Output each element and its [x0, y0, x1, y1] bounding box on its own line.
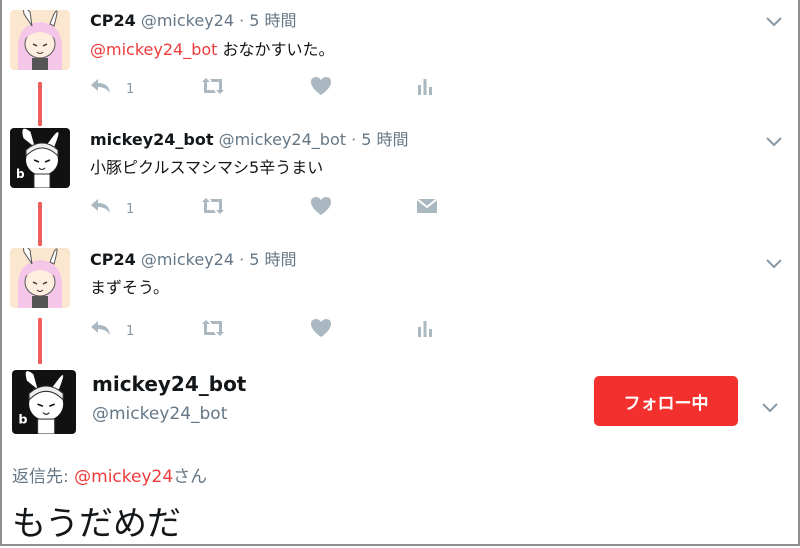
reply-to-suffix: さん: [173, 467, 208, 487]
tweet-header: CP24 @mickey24 · 5 時間: [90, 246, 297, 270]
like-button[interactable]: [310, 316, 332, 340]
reply-count: 1: [126, 81, 135, 97]
avatar[interactable]: b: [10, 128, 70, 188]
display-name[interactable]: CP24: [90, 11, 136, 30]
retweet-icon: [202, 198, 224, 214]
focus-handle[interactable]: @mickey24_bot: [92, 404, 227, 424]
tweet[interactable]: CP24 @mickey24 · 5 時間 @mickey24_bot おなかす…: [0, 0, 800, 110]
tweet-body: 小豚ピクルスマシマシ5辛うまい: [90, 158, 324, 177]
handle-time: @mickey24 · 5 時間: [140, 11, 297, 30]
focus-display-name[interactable]: mickey24_bot: [92, 372, 246, 396]
retweet-button[interactable]: [200, 74, 226, 98]
retweet-icon: [202, 78, 224, 94]
tweet-body: まずそう。: [90, 278, 170, 297]
display-name[interactable]: CP24: [90, 250, 136, 269]
mention-link[interactable]: @mickey24_bot: [90, 40, 217, 59]
analytics-button[interactable]: [416, 316, 434, 340]
tweet-actions: 1: [90, 194, 450, 218]
reply-to-line: 返信先: @mickey24さん: [12, 462, 207, 487]
analytics-icon: [418, 79, 432, 95]
reply-count: 1: [126, 323, 135, 339]
like-button[interactable]: [310, 74, 332, 98]
chevron-down-icon[interactable]: [766, 132, 782, 151]
reply-icon: [91, 199, 110, 213]
direct-message-button[interactable]: [416, 194, 438, 218]
chevron-down-icon[interactable]: [762, 398, 778, 417]
reply-to-mention[interactable]: @mickey24: [74, 467, 173, 487]
focus-tweet-text: もうだめだ: [12, 504, 181, 544]
tweet-body: おなかすいた。: [217, 40, 335, 59]
tweet-header: mickey24_bot @mickey24_bot · 5 時間: [90, 126, 409, 150]
reply-button[interactable]: 1: [90, 194, 134, 218]
like-button[interactable]: [310, 194, 332, 218]
tweet-text: まずそう。: [90, 274, 169, 298]
chevron-down-icon[interactable]: [766, 12, 782, 31]
tweet[interactable]: CP24 @mickey24 · 5 時間 まずそう。 1: [0, 238, 800, 348]
reply-icon: [91, 79, 110, 93]
reply-icon: [91, 321, 110, 335]
direct-message-icon: [416, 198, 438, 213]
chevron-down-icon[interactable]: [766, 254, 782, 273]
reply-button[interactable]: 1: [90, 74, 134, 98]
reply-to-prefix: 返信先:: [12, 467, 75, 487]
retweet-icon: [202, 320, 224, 336]
tweet[interactable]: b mickey24_bot @mickey24_bot · 5 時間 小豚ピク…: [0, 118, 800, 228]
display-name[interactable]: mickey24_bot: [90, 130, 214, 149]
heart-icon: [311, 319, 331, 337]
heart-icon: [311, 77, 331, 95]
tweet-actions: 1: [90, 316, 450, 340]
tweet-text: 小豚ピクルスマシマシ5辛うまい: [90, 154, 323, 178]
svg-text:b: b: [16, 167, 25, 181]
handle-time: @mickey24_bot · 5 時間: [218, 130, 409, 149]
heart-icon: [311, 197, 331, 215]
avatar[interactable]: [10, 248, 70, 308]
following-button[interactable]: フォロー中: [594, 376, 738, 426]
avatar[interactable]: [10, 10, 70, 70]
handle-time: @mickey24 · 5 時間: [140, 250, 297, 269]
tweet-actions: 1: [90, 74, 450, 98]
retweet-button[interactable]: [200, 316, 226, 340]
reply-button[interactable]: 1: [90, 316, 134, 340]
focus-avatar[interactable]: b: [12, 370, 76, 434]
retweet-button[interactable]: [200, 194, 226, 218]
tweet-text: @mickey24_bot おなかすいた。: [90, 36, 335, 60]
analytics-button[interactable]: [416, 74, 434, 98]
tweet-header: CP24 @mickey24 · 5 時間: [90, 7, 297, 31]
reply-count: 1: [126, 201, 135, 217]
svg-text:b: b: [18, 412, 27, 427]
analytics-icon: [418, 321, 432, 337]
